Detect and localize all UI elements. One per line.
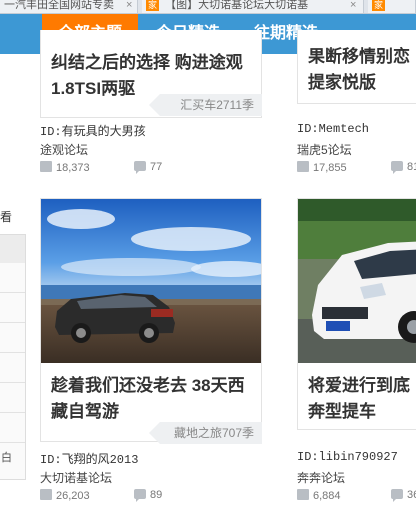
comment-icon [391, 161, 403, 174]
topic-card[interactable]: 将爱进行到底 奔型提车 [297, 198, 416, 430]
sidebar-item[interactable] [0, 263, 25, 293]
comment-count: 89 [134, 489, 163, 502]
sidebar-list: 白 [0, 234, 26, 480]
browser-tab[interactable]: 家 【图】大切诺基论坛大切诺基 × [142, 0, 364, 13]
card-forum[interactable]: 途观论坛 [40, 141, 88, 158]
sidebar-item[interactable] [0, 323, 25, 353]
card-photo-suv-lake[interactable] [41, 199, 261, 363]
views-icon [297, 489, 309, 500]
card-tag: 汇买车2711季 [149, 94, 262, 116]
autohome-favicon-icon: 家 [146, 0, 160, 11]
topic-card[interactable]: 趁着我们还没老去 38天西藏自驾游 [40, 198, 262, 442]
comment-count: 77 [134, 161, 163, 174]
view-count-value: 17,855 [313, 162, 347, 174]
comment-count-value: 89 [150, 489, 163, 501]
card-title[interactable]: 果断移情别恋 提家悦版 [308, 44, 416, 96]
comment-count-value: 77 [150, 161, 163, 173]
browser-tab[interactable]: 一汽丰田全国网站专卖 × [0, 0, 138, 13]
card-photo-white-car[interactable] [298, 199, 416, 363]
view-count: 26,203 [40, 489, 90, 502]
close-icon[interactable]: × [126, 0, 132, 11]
browser-tab[interactable]: 家 [368, 0, 416, 13]
card-author-id[interactable]: ID:飞翔的风2013 [40, 450, 138, 467]
comment-count: 81 [391, 161, 416, 174]
views-icon [40, 489, 52, 500]
views-icon [40, 161, 52, 172]
card-author-id[interactable]: ID:Memtech [297, 122, 369, 136]
card-title[interactable]: 将爱进行到底 奔型提车 [308, 373, 416, 425]
card-tag: 藏地之旅707季 [149, 422, 262, 444]
browser-tab-label: 一汽丰田全国网站专卖 [4, 0, 114, 11]
card-forum[interactable]: 瑞虎5论坛 [297, 141, 352, 158]
comment-count: 36 [391, 489, 416, 502]
sidebar-heading: 看 [0, 210, 13, 224]
card-title[interactable]: 趁着我们还没老去 38天西藏自驾游 [51, 373, 256, 425]
view-count-value: 6,884 [313, 490, 341, 502]
sidebar-item[interactable] [0, 413, 25, 443]
card-forum[interactable]: 大切诺基论坛 [40, 469, 112, 486]
sidebar-item[interactable] [0, 383, 25, 413]
sidebar-item[interactable] [0, 293, 25, 323]
autohome-favicon-icon: 家 [372, 0, 386, 11]
topic-card[interactable]: 果断移情别恋 提家悦版 [297, 30, 416, 104]
browser-tab-label: 【图】大切诺基论坛大切诺基 [165, 0, 309, 11]
view-count: 6,884 [297, 489, 341, 502]
comment-count-value: 36 [407, 489, 416, 501]
view-count-value: 26,203 [56, 490, 90, 502]
comment-icon [134, 489, 146, 502]
comment-count-value: 81 [407, 161, 416, 173]
sidebar-highlight [0, 235, 25, 263]
comment-icon [391, 489, 403, 502]
sidebar-item[interactable] [0, 353, 25, 383]
browser-tab-strip: 一汽丰田全国网站专卖 × 家 【图】大切诺基论坛大切诺基 × 家 [0, 0, 416, 14]
comment-icon [134, 161, 146, 174]
view-count-value: 18,373 [56, 162, 90, 174]
view-count: 18,373 [40, 161, 90, 174]
card-author-id[interactable]: ID:libin790927 [297, 450, 398, 464]
view-count: 17,855 [297, 161, 347, 174]
card-author-id[interactable]: ID:有玩具的大男孩 [40, 122, 146, 139]
views-icon [297, 161, 309, 172]
card-forum[interactable]: 奔奔论坛 [297, 469, 345, 486]
close-icon[interactable]: × [350, 0, 356, 11]
sidebar-item[interactable]: 白 [0, 443, 25, 473]
